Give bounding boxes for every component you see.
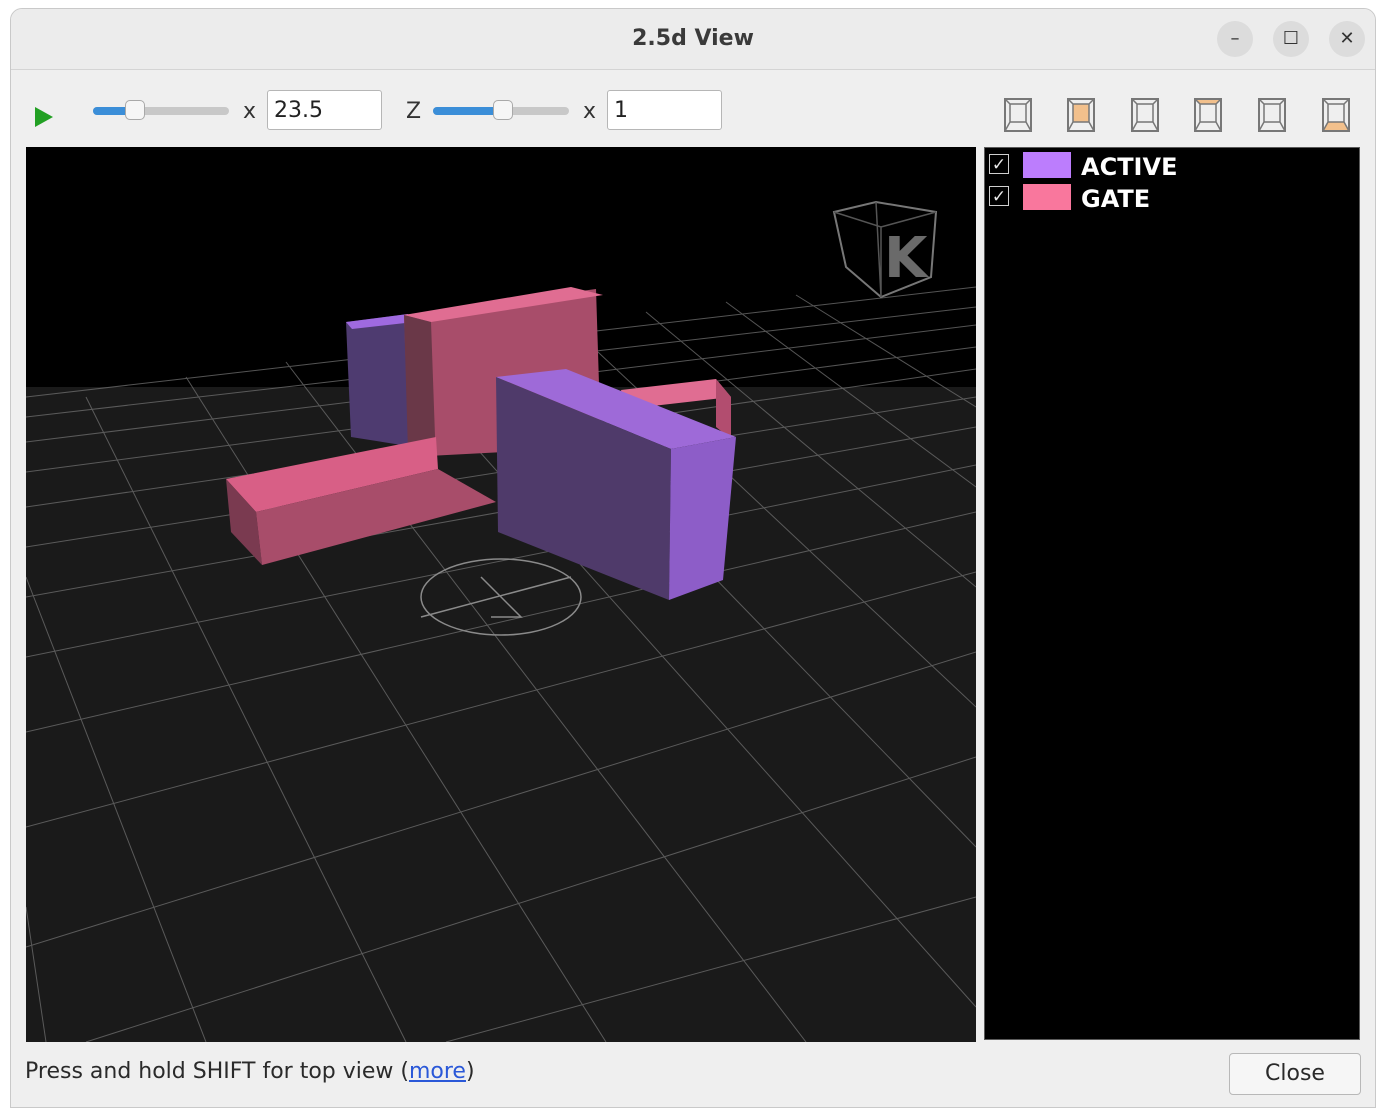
legend-checkbox-gate[interactable]: ✓ [989,186,1009,207]
3d-viewport[interactable]: K [26,147,976,1042]
minimize-button[interactable]: – [1217,21,1253,57]
legend-label-gate: GATE [1081,185,1151,213]
right-view-button[interactable] [1255,97,1289,133]
z-scale-input[interactable] [607,90,722,130]
z-scale-slider-handle[interactable] [493,100,513,120]
back-view-button[interactable] [1128,97,1162,133]
z-label: Z [406,99,422,124]
legend-swatch-gate [1023,184,1071,210]
layer-legend: ✓ ACTIVE ✓ GATE [984,147,1360,1040]
logo-letter: K [884,226,930,291]
scene-canvas[interactable]: K [26,147,976,1042]
left-view-button[interactable] [1191,97,1225,133]
toolbar: x Z x [11,69,1375,147]
hint-end: ) [465,1059,475,1084]
top-view-icon [1067,98,1095,132]
x-scale-label: x [243,99,257,124]
bottom-view-button[interactable] [1319,97,1353,133]
right-view-icon [1258,98,1286,132]
axis-gizmo [420,558,582,636]
more-link[interactable]: more [409,1059,466,1084]
window-title: 2.5d View [632,26,754,51]
x-scale-slider[interactable] [93,100,229,120]
title-bar[interactable]: 2.5d View – ☐ ✕ [11,9,1375,70]
top-view-button[interactable] [1064,97,1098,133]
legend-swatch-active [1023,152,1071,178]
x-scale-input[interactable] [267,90,382,130]
close-window-button[interactable]: ✕ [1329,21,1365,57]
maximize-button[interactable]: ☐ [1273,21,1309,57]
close-button[interactable]: Close [1229,1053,1361,1095]
z-scale-slider[interactable] [433,100,569,120]
bottom-view-icon [1322,98,1350,132]
hint-text: Press and hold SHIFT for top view ( [25,1059,409,1084]
z-scale-label: x [583,99,597,124]
legend-checkbox-active[interactable]: ✓ [989,154,1009,175]
legend-label-active: ACTIVE [1081,153,1178,181]
play-icon[interactable] [35,107,53,127]
dialog-window: 2.5d View – ☐ ✕ x Z x [10,8,1376,1108]
left-view-icon [1194,98,1222,132]
back-view-icon [1131,98,1159,132]
front-view-icon [1004,98,1032,132]
front-view-button[interactable] [1001,97,1035,133]
x-scale-slider-handle[interactable] [125,100,145,120]
status-hint: Press and hold SHIFT for top view (more) [25,1059,475,1084]
